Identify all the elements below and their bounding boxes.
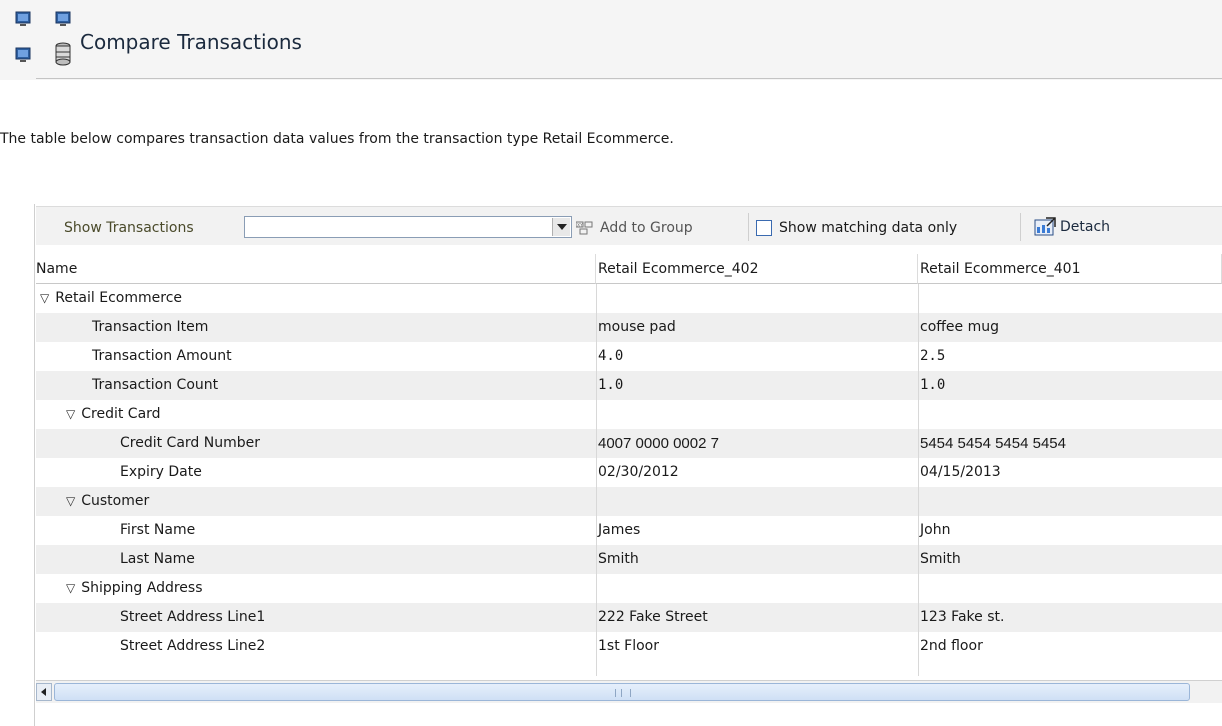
row-value-402: 02/30/2012 xyxy=(598,464,679,480)
chevron-down-icon[interactable] xyxy=(552,218,570,236)
row-name: Transaction Amount xyxy=(92,348,232,364)
svg-text:XY: XY xyxy=(577,223,583,229)
table-row[interactable]: Transaction Item mouse pad coffee mug xyxy=(36,313,1222,342)
add-to-group-icon: XY xyxy=(576,221,593,235)
expanded-triangle-icon[interactable]: ▽ xyxy=(66,581,75,595)
row-value-402: Smith xyxy=(598,551,639,567)
table-row[interactable]: Transaction Count 1.0 1.0 xyxy=(36,371,1222,400)
row-value-402: James xyxy=(598,522,641,538)
horizontal-scrollbar[interactable] xyxy=(36,680,1222,703)
add-to-group-button[interactable]: XY Add to Group xyxy=(576,217,693,239)
page-title: Compare Transactions xyxy=(80,30,302,54)
row-name: First Name xyxy=(120,522,196,538)
monitors-database-icon xyxy=(15,11,71,66)
row-value-402: 4.0 xyxy=(598,348,624,364)
row-name: Transaction Count xyxy=(92,377,219,393)
table-row[interactable]: ▽ Retail Ecommerce xyxy=(36,284,1222,313)
column-header-402[interactable]: Retail Ecommerce_402 xyxy=(596,254,918,284)
row-value-401: Smith xyxy=(920,551,961,567)
table-row[interactable]: First Name James John xyxy=(36,516,1222,545)
expanded-triangle-icon[interactable]: ▽ xyxy=(66,407,75,421)
table-row[interactable]: ▽ Credit Card xyxy=(36,400,1222,429)
tree-node-credit-card: ▽ Credit Card xyxy=(66,406,161,422)
row-value-402: mouse pad xyxy=(598,319,676,335)
grip-icon xyxy=(615,689,631,697)
row-name: Credit Card Number xyxy=(120,435,260,451)
show-matching-toggle[interactable]: Show matching data only xyxy=(756,217,957,239)
column-divider xyxy=(918,284,919,676)
row-value-401: 2.5 xyxy=(920,348,946,364)
row-name: Street Address Line2 xyxy=(120,638,266,654)
toolbar-separator xyxy=(748,213,749,241)
row-name: Street Address Line1 xyxy=(120,609,266,625)
table-row[interactable]: Last Name Smith Smith xyxy=(36,545,1222,574)
row-value-402: 222 Fake Street xyxy=(598,609,708,625)
row-name: Expiry Date xyxy=(120,464,202,480)
table-row[interactable]: Credit Card Number 4007 0000 0002 7 5454… xyxy=(36,429,1222,458)
row-value-402: 1st Floor xyxy=(598,638,659,654)
row-value-402: 4007 0000 0002 7 xyxy=(598,435,719,452)
column-divider xyxy=(596,284,597,676)
page-description: The table below compares transaction dat… xyxy=(0,131,674,147)
detach-icon xyxy=(1034,217,1056,236)
expanded-triangle-icon[interactable]: ▽ xyxy=(40,291,49,305)
table-row[interactable]: ▽ Customer xyxy=(36,487,1222,516)
tree-node-shipping-address: ▽ Shipping Address xyxy=(66,580,203,596)
row-name: Last Name xyxy=(120,551,195,567)
column-header-401[interactable]: Retail Ecommerce_401 xyxy=(918,254,1222,284)
row-value-401: John xyxy=(920,522,951,538)
scrollbar-thumb[interactable] xyxy=(54,683,1190,701)
show-matching-checkbox[interactable] xyxy=(756,220,772,236)
table-row[interactable]: Street Address Line2 1st Floor 2nd floor xyxy=(36,632,1222,661)
tree-node-customer: ▽ Customer xyxy=(66,493,150,509)
table-row[interactable]: ▽ Shipping Address xyxy=(36,574,1222,603)
expanded-triangle-icon[interactable]: ▽ xyxy=(66,494,75,508)
table-row[interactable]: Expiry Date 02/30/2012 04/15/2013 xyxy=(36,458,1222,487)
toolbar-separator xyxy=(1020,213,1021,241)
row-value-401: 04/15/2013 xyxy=(920,464,1001,480)
detach-label: Detach xyxy=(1060,219,1111,235)
row-name: Transaction Item xyxy=(92,319,209,335)
row-value-401: 123 Fake st. xyxy=(920,609,1005,625)
row-value-401: 1.0 xyxy=(920,377,946,393)
row-value-402: 1.0 xyxy=(598,377,624,393)
row-value-401: coffee mug xyxy=(920,319,999,335)
detach-button[interactable]: Detach xyxy=(1034,216,1110,238)
add-to-group-label: Add to Group xyxy=(600,220,693,236)
show-transactions-label: Show Transactions xyxy=(64,220,194,236)
scroll-left-arrow-icon[interactable] xyxy=(36,683,52,701)
table-row[interactable]: Street Address Line1 222 Fake Street 123… xyxy=(36,603,1222,632)
show-transactions-select[interactable] xyxy=(244,216,572,238)
row-value-401: 2nd floor xyxy=(920,638,983,654)
page-header: Compare Transactions xyxy=(0,0,1222,80)
tree-node-retail-ecommerce: ▽ Retail Ecommerce xyxy=(40,290,182,306)
title-divider xyxy=(36,78,1222,79)
toolbar: Show Transactions XY Add to Group Show m… xyxy=(36,206,1222,245)
row-value-401: 5454 5454 5454 5454 xyxy=(920,435,1066,452)
column-header-name[interactable]: Name xyxy=(36,254,596,284)
show-matching-label: Show matching data only xyxy=(779,220,958,236)
table-row[interactable]: Transaction Amount 4.0 2.5 xyxy=(36,342,1222,371)
panel-left-border xyxy=(34,204,35,726)
